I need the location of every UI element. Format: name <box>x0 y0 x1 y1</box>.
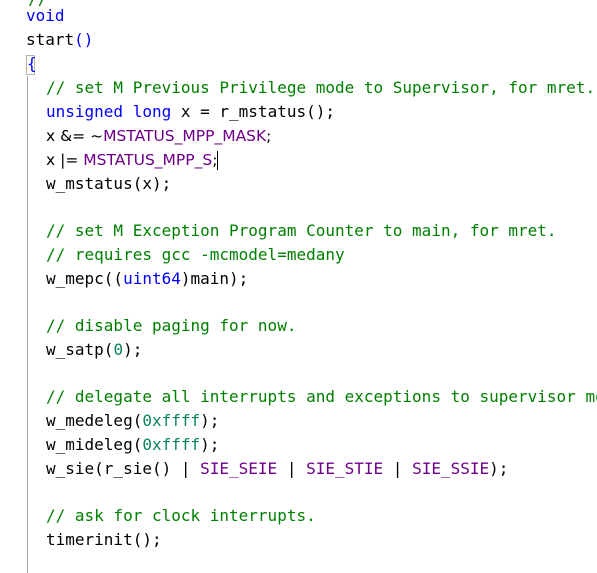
number-literal: 0xffff <box>142 435 201 454</box>
comment-line: // set M Exception Program Counter to ma… <box>46 221 557 240</box>
code-text: )main); <box>180 269 249 288</box>
code-text: x |= <box>46 151 84 169</box>
text-cursor <box>217 151 219 170</box>
macro-name: MSTATUS_MPP_MASK <box>103 127 267 145</box>
number-literal: 0 <box>113 340 124 359</box>
comment-line: // delegate all interrupts and exception… <box>46 387 597 406</box>
function-name: start <box>26 30 75 49</box>
function-parens: () <box>74 30 94 49</box>
code-text: | <box>383 459 413 478</box>
code-text: ); <box>200 435 220 454</box>
code-text: w_mideleg( <box>46 435 143 454</box>
macro-name: SIE_SSIE <box>412 459 490 478</box>
code-text: ); <box>489 459 509 478</box>
code-text: ); <box>200 411 220 430</box>
code-line: w_medeleg(0xffff); <box>46 409 219 433</box>
code-text: ; <box>266 127 272 145</box>
function-signature-start: start() <box>26 28 93 52</box>
code-text: ); <box>123 340 143 359</box>
code-text: w_medeleg( <box>46 411 143 430</box>
type-keyword: uint64 <box>123 269 181 288</box>
number-literal: 0xffff <box>142 411 201 430</box>
code-text: x &= ~ <box>46 127 104 145</box>
indent-guide-line <box>27 76 28 573</box>
code-line: w_mideleg(0xffff); <box>46 433 219 457</box>
type-keyword: unsigned long <box>46 102 172 121</box>
comment-line: // set M Previous Privilege mode to Supe… <box>46 78 596 97</box>
comment-line: // disable paging for now. <box>46 316 297 335</box>
code-line: unsigned long x = r_mstatus(); <box>46 100 335 124</box>
macro-name: SIE_STIE <box>306 459 384 478</box>
code-text: x = r_mstatus(); <box>171 102 335 121</box>
open-brace: { <box>27 54 37 73</box>
code-line: w_satp(0); <box>46 338 142 362</box>
code-text: | <box>277 459 307 478</box>
keyword-void: void <box>26 6 65 25</box>
code-line: timerinit(); <box>46 530 162 549</box>
code-editor[interactable]: // ... ... void start() { // set M Previ… <box>0 0 597 573</box>
macro-name: SIE_SEIE <box>200 459 278 478</box>
macro-name: MSTATUS_MPP_S <box>83 151 213 169</box>
code-line: w_mepc((uint64)main); <box>46 267 248 291</box>
code-line: w_sie(r_sie() | SIE_SEIE | SIE_STIE | SI… <box>46 457 508 481</box>
code-text: w_sie(r_sie() | <box>46 459 201 478</box>
code-text: w_mepc(( <box>46 269 124 288</box>
code-line-with-cursor: x |= MSTATUS_MPP_S; <box>46 148 219 172</box>
comment-line: // ask for clock interrupts. <box>46 506 316 525</box>
code-text: w_satp( <box>46 340 114 359</box>
code-line: x &= ~MSTATUS_MPP_MASK; <box>46 124 271 148</box>
comment-line: // requires gcc -mcmodel=medany <box>46 245 345 264</box>
code-line: w_mstatus(x); <box>46 174 172 193</box>
